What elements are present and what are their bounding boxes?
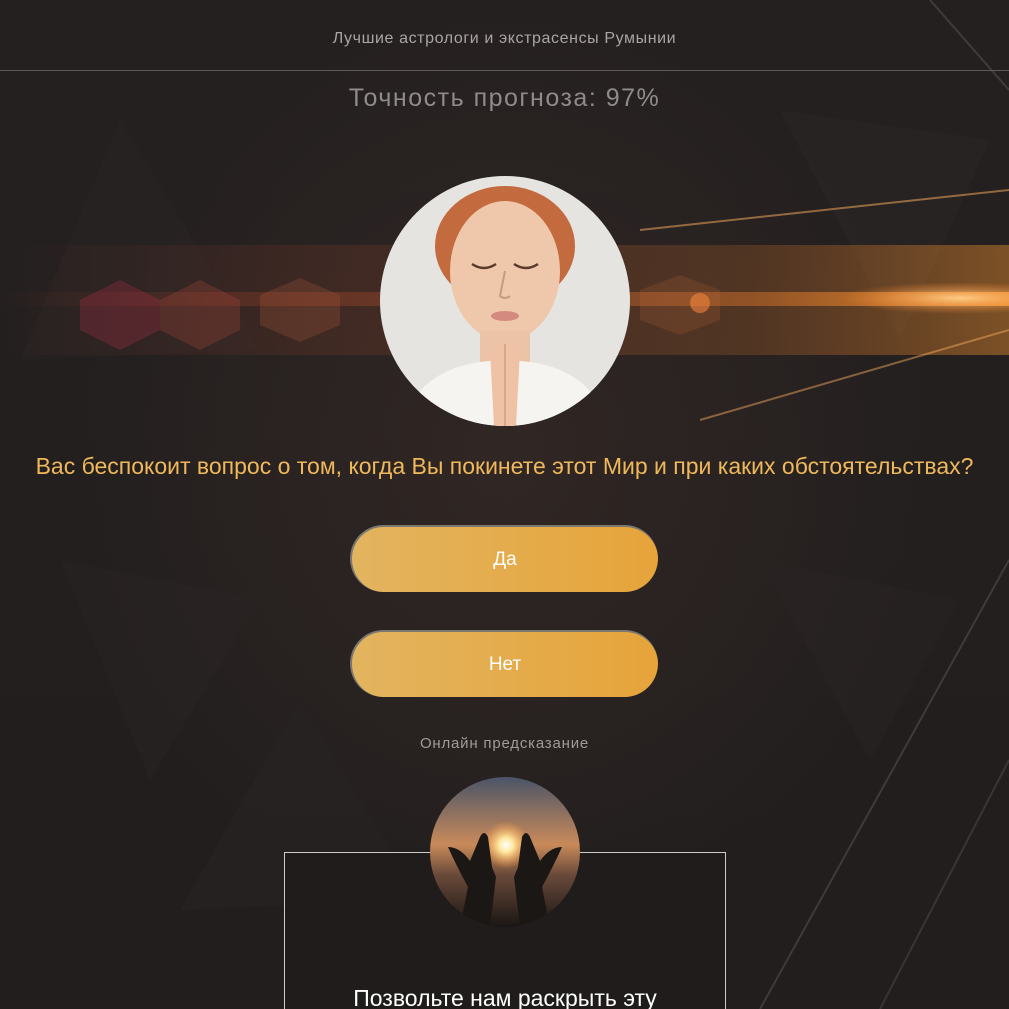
- header: Лучшие астрологи и экстрасенсы Румынии: [0, 0, 1009, 71]
- no-button[interactable]: Нет: [350, 630, 658, 697]
- question-text: Вас беспокоит вопрос о том, когда Вы пок…: [35, 453, 974, 479]
- woman-praying-image: [380, 176, 630, 426]
- hands-sun-image: [430, 777, 580, 927]
- astrologer-photo: [380, 176, 630, 426]
- card-heading: Позвольте нам раскрыть эту: [353, 985, 657, 1009]
- page: Лучшие астрологи и экстрасенсы Румынии Т…: [0, 0, 1009, 1009]
- card-image: [430, 777, 580, 927]
- yes-button[interactable]: Да: [350, 525, 658, 592]
- online-prediction-label: Онлайн предсказание: [419, 735, 590, 752]
- accuracy-label: Точность прогноза: 97%: [348, 84, 661, 112]
- header-title: Лучшие астрологи и экстрасенсы Румынии: [332, 30, 677, 47]
